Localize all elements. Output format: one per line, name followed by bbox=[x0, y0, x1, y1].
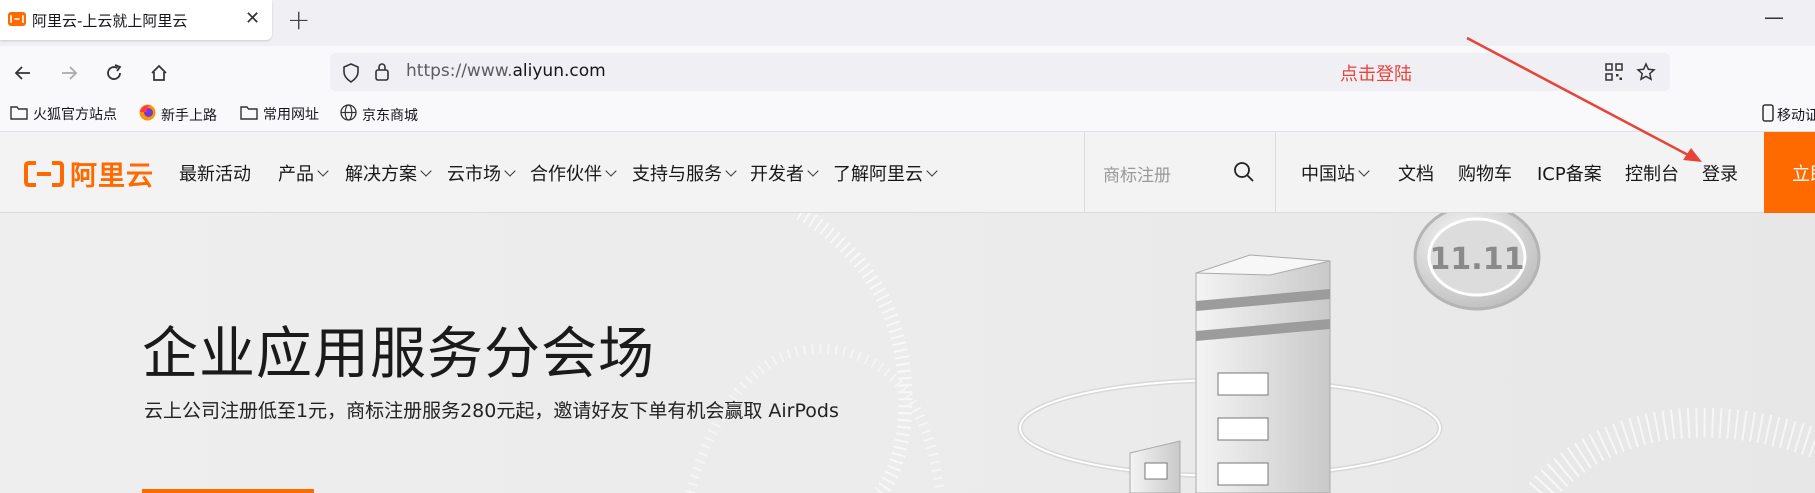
bookmark-item[interactable]: 新手上路 bbox=[139, 104, 217, 125]
browser-tab[interactable]: 阿里云-上云就上阿里云 ✕ bbox=[0, 0, 272, 40]
chevron-down-icon bbox=[317, 164, 329, 177]
nav-solutions[interactable]: 解决方案 bbox=[345, 160, 432, 186]
hero-banner[interactable]: 11.11 企业应用服务分会场 云上公司注册低至1元，商标注册服务280元起，邀… bbox=[0, 213, 1815, 493]
aliyun-favicon-icon bbox=[8, 12, 26, 26]
nav-marketplace[interactable]: 云市场 bbox=[447, 160, 516, 186]
login-link[interactable]: 登录 bbox=[1702, 160, 1738, 186]
aliyun-logo-mark-icon bbox=[24, 160, 64, 187]
annotation-click-login: 点击登陆 bbox=[1340, 64, 1412, 85]
hero-cta-button[interactable] bbox=[142, 489, 314, 493]
logo-text: 阿里云 bbox=[70, 161, 154, 192]
bookmark-label: 新手上路 bbox=[161, 107, 217, 124]
bookmarks-toolbar: 火狐官方站点 新手上路 常用网址 京东商城 移动证 bbox=[0, 98, 1815, 132]
back-button[interactable] bbox=[10, 60, 36, 86]
nav-products[interactable]: 产品 bbox=[278, 160, 329, 186]
hero-title: 企业应用服务分会场 bbox=[142, 322, 655, 387]
icp-filing-link[interactable]: ICP备案 bbox=[1537, 160, 1602, 186]
bookmark-item[interactable]: 京东商城 bbox=[340, 104, 418, 125]
register-cta-button[interactable]: 立即 bbox=[1764, 132, 1815, 213]
nav-label: 最新活动 bbox=[179, 164, 251, 185]
forward-arrow-icon bbox=[62, 66, 78, 80]
url-text[interactable]: https://www.aliyun.com bbox=[406, 61, 606, 81]
console-link[interactable]: 控制台 bbox=[1625, 160, 1679, 186]
region-label: 中国站 bbox=[1301, 164, 1355, 185]
docs-label: 文档 bbox=[1398, 164, 1434, 185]
search-icon[interactable] bbox=[1233, 161, 1255, 183]
bookmark-label: 火狐官方站点 bbox=[33, 107, 117, 123]
folder-icon bbox=[240, 105, 258, 124]
badge-text: 11.11 bbox=[1430, 242, 1525, 277]
home-button[interactable] bbox=[146, 60, 172, 86]
aliyun-logo[interactable]: 阿里云 bbox=[24, 154, 154, 193]
nav-latest-activities[interactable]: 最新活动 bbox=[179, 160, 251, 186]
console-label: 控制台 bbox=[1625, 164, 1679, 185]
site-header: 阿里云 最新活动 产品 解决方案 云市场 合作伙伴 支持与服务 开发者 了解阿里… bbox=[0, 132, 1815, 213]
new-tab-button[interactable]: + bbox=[287, 4, 310, 36]
cart-link[interactable]: 购物车 bbox=[1458, 160, 1512, 186]
nav-label: 合作伙伴 bbox=[530, 164, 602, 185]
forward-button[interactable] bbox=[56, 60, 82, 86]
folder-icon bbox=[10, 105, 28, 124]
lock-icon[interactable] bbox=[374, 62, 390, 82]
minimize-window-button[interactable]: — bbox=[1764, 5, 1784, 29]
nav-label: 解决方案 bbox=[345, 164, 417, 185]
back-arrow-icon bbox=[14, 66, 30, 80]
firefox-icon bbox=[139, 104, 156, 125]
cart-label: 购物车 bbox=[1458, 164, 1512, 185]
nav-about-aliyun[interactable]: 了解阿里云 bbox=[833, 160, 938, 186]
address-bar[interactable]: https://www.aliyun.com bbox=[330, 53, 1670, 91]
web-page: 阿里云 最新活动 产品 解决方案 云市场 合作伙伴 支持与服务 开发者 了解阿里… bbox=[0, 132, 1815, 493]
mobile-bookmarks-label: 移动证 bbox=[1777, 108, 1815, 124]
bookmark-label: 常用网址 bbox=[263, 107, 319, 123]
nav-label: 开发者 bbox=[750, 164, 804, 185]
chevron-down-icon bbox=[504, 164, 516, 177]
search-input[interactable]: 商标注册 bbox=[1103, 161, 1171, 186]
tracking-protection-shield-icon[interactable] bbox=[342, 63, 360, 83]
navigation-toolbar: https://www.aliyun.com bbox=[0, 46, 1815, 98]
bookmark-item[interactable]: 常用网址 bbox=[240, 104, 319, 124]
site-search[interactable]: 商标注册 bbox=[1084, 132, 1276, 213]
double-eleven-badge-icon: 11.11 bbox=[1413, 213, 1541, 311]
nav-partners[interactable]: 合作伙伴 bbox=[530, 160, 617, 186]
home-icon bbox=[151, 64, 167, 81]
nav-support-services[interactable]: 支持与服务 bbox=[632, 160, 737, 186]
region-china-site[interactable]: 中国站 bbox=[1301, 160, 1370, 186]
globe-icon bbox=[340, 104, 357, 125]
qr-code-icon[interactable] bbox=[1605, 63, 1623, 81]
chevron-down-icon bbox=[725, 164, 737, 177]
tab-title: 阿里云-上云就上阿里云 bbox=[32, 12, 188, 30]
nav-label: 产品 bbox=[278, 164, 314, 185]
tab-strip: 阿里云-上云就上阿里云 ✕ + — bbox=[0, 0, 1815, 46]
reload-button[interactable] bbox=[101, 60, 127, 86]
icp-label: ICP备案 bbox=[1537, 164, 1602, 185]
bookmark-label: 京东商城 bbox=[362, 107, 418, 124]
mobile-bookmarks[interactable]: 移动证 bbox=[1762, 104, 1815, 126]
mobile-device-icon bbox=[1762, 104, 1774, 126]
login-label: 登录 bbox=[1702, 164, 1738, 185]
bookmark-item[interactable]: 火狐官方站点 bbox=[10, 104, 117, 124]
url-domain: aliyun.com bbox=[512, 61, 606, 81]
hero-subtitle: 云上公司注册低至1元，商标注册服务280元起，邀请好友下单有机会赢取 AirPo… bbox=[144, 400, 839, 422]
reload-icon bbox=[107, 64, 122, 80]
nav-label: 了解阿里云 bbox=[833, 164, 923, 185]
url-scheme: https://www. bbox=[406, 61, 513, 81]
nav-label: 云市场 bbox=[447, 164, 501, 185]
chevron-down-icon bbox=[1358, 164, 1370, 177]
chevron-down-icon bbox=[420, 164, 432, 177]
nav-label: 支持与服务 bbox=[632, 164, 722, 185]
close-tab-icon[interactable]: ✕ bbox=[245, 7, 260, 31]
chevron-down-icon bbox=[605, 164, 617, 177]
chevron-down-icon bbox=[807, 164, 819, 177]
cta-label: 立即 bbox=[1792, 164, 1815, 185]
nav-developers[interactable]: 开发者 bbox=[750, 160, 819, 186]
docs-link[interactable]: 文档 bbox=[1398, 160, 1434, 186]
bookmark-star-icon[interactable] bbox=[1636, 62, 1656, 82]
chevron-down-icon bbox=[926, 164, 938, 177]
building-decor bbox=[1129, 254, 1331, 493]
